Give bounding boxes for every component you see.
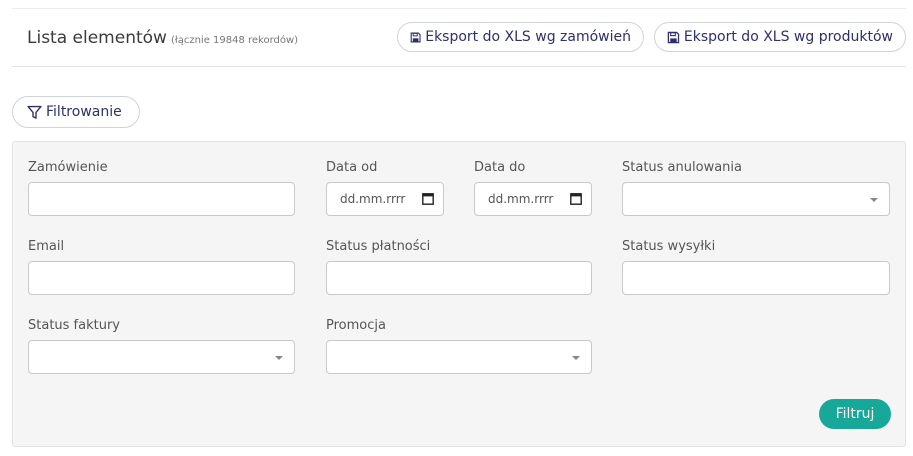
- email-input-field[interactable]: [29, 262, 294, 294]
- date-from-placeholder: dd.mm.rrrr: [340, 192, 406, 206]
- filter-toggle-button[interactable]: Filtrowanie: [12, 96, 140, 128]
- invoice-status-label: Status faktury: [28, 318, 121, 333]
- order-input[interactable]: [28, 182, 295, 216]
- date-from-input[interactable]: dd.mm.rrrr: [326, 182, 444, 216]
- date-to-input[interactable]: dd.mm.rrrr: [474, 182, 592, 216]
- shipping-status-input-field[interactable]: [623, 262, 889, 294]
- floppy-disk-icon: [410, 32, 421, 42]
- floppy-disk-icon: [667, 31, 680, 43]
- record-count: (łącznie 19848 rekordów): [170, 35, 299, 46]
- calendar-icon[interactable]: [422, 192, 434, 205]
- export-products-button[interactable]: Eksport do XLS wg produktów: [654, 22, 906, 52]
- date-to-label: Data do: [474, 160, 526, 175]
- export-products-label: Eksport do XLS wg produktów: [683, 29, 893, 45]
- export-orders-label: Eksport do XLS wg zamówień: [425, 29, 631, 45]
- header-divider: [12, 66, 906, 67]
- payment-status-input-field[interactable]: [327, 262, 591, 294]
- calendar-icon[interactable]: [570, 192, 582, 205]
- caret-down-icon: [870, 198, 878, 202]
- filter-toggle-label: Filtrowanie: [46, 104, 122, 120]
- caret-down-icon: [275, 356, 283, 360]
- cancel-status-label: Status anulowania: [622, 160, 742, 175]
- cancel-status-select[interactable]: [622, 182, 890, 216]
- payment-status-label: Status płatności: [326, 239, 431, 254]
- page-title-text: Lista elementów: [27, 28, 167, 48]
- caret-down-icon: [572, 356, 580, 360]
- shipping-status-input[interactable]: [622, 261, 890, 295]
- email-input[interactable]: [28, 261, 295, 295]
- date-from-label: Data od: [326, 160, 378, 175]
- email-label: Email: [28, 239, 65, 254]
- top-divider: [12, 8, 906, 9]
- funnel-icon: [27, 105, 42, 119]
- order-input-field[interactable]: [29, 183, 294, 215]
- order-label: Zamówienie: [28, 160, 108, 175]
- shipping-status-label: Status wysyłki: [622, 239, 716, 254]
- payment-status-input[interactable]: [326, 261, 592, 295]
- page-title: Lista elementów (łącznie 19848 rekordów): [27, 28, 298, 48]
- filter-submit-button[interactable]: Filtruj: [819, 399, 891, 429]
- filter-panel: Zamówienie Data od dd.mm.rrrr Data do dd…: [12, 141, 906, 447]
- promo-label: Promocja: [326, 318, 386, 333]
- export-orders-button[interactable]: Eksport do XLS wg zamówień: [397, 22, 644, 52]
- date-to-placeholder: dd.mm.rrrr: [488, 192, 554, 206]
- promo-select[interactable]: [326, 340, 592, 374]
- invoice-status-select[interactable]: [28, 340, 295, 374]
